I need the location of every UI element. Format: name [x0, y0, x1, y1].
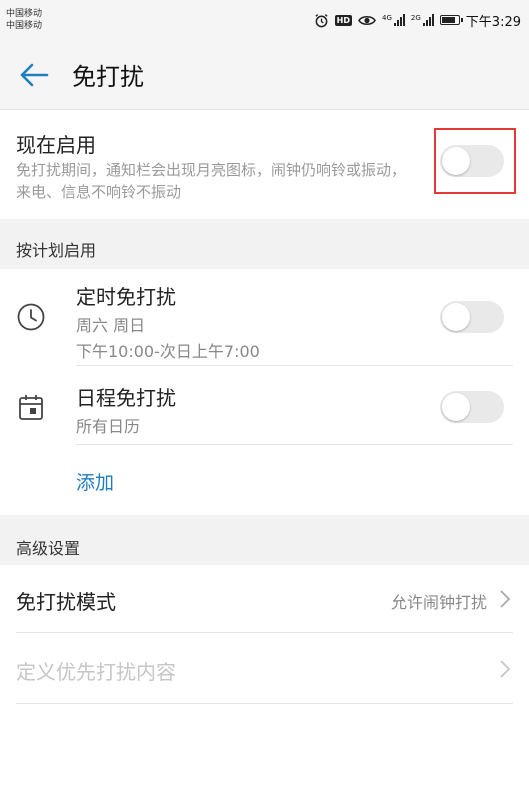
- chevron-right-icon: [500, 660, 511, 678]
- toggle-knob: [442, 303, 470, 331]
- signal-2-tag: 2G: [410, 14, 421, 22]
- carrier-1: 中国移动: [6, 9, 43, 19]
- page-title: 免打扰: [72, 63, 144, 91]
- timed-dnd-title: 定时免打扰: [76, 285, 176, 309]
- carrier-2: 中国移动: [6, 21, 43, 31]
- timed-dnd-days: 周六 周日: [76, 316, 146, 335]
- calendar-icon: [19, 395, 43, 420]
- clock-icon: [17, 303, 45, 331]
- status-time: 下午3:29: [465, 14, 521, 30]
- schedule-header: 按计划启用: [0, 219, 529, 269]
- back-button[interactable]: [4, 40, 64, 110]
- calendar-dnd-title: 日程免打扰: [76, 386, 176, 410]
- now-enable-section: 现在启用 免打扰期间，通知栏会出现月亮图标，闹钟仍响铃或振动，来电、信息不响铃不…: [0, 111, 529, 219]
- priority-content-label: 定义优先打扰内容: [16, 660, 176, 684]
- toggle-knob: [442, 147, 470, 175]
- status-icons: HD 4G 2G 下午3:29: [314, 11, 521, 30]
- timed-dnd-time: 下午10:00-次日上午7:00: [76, 342, 260, 361]
- signal-1-tag: 4G: [382, 14, 392, 22]
- add-row: 添加: [0, 445, 529, 515]
- divider: [16, 703, 513, 704]
- schedule-header-label: 按计划启用: [16, 241, 97, 260]
- dnd-mode-label: 免打扰模式: [16, 590, 116, 614]
- calendar-dnd-toggle[interactable]: [440, 391, 504, 423]
- now-enable-description: 免打扰期间，通知栏会出现月亮图标，闹钟仍响铃或振动，来电、信息不响铃不振动: [16, 161, 407, 201]
- advanced-header-label: 高级设置: [16, 539, 81, 558]
- arrow-left-icon: [20, 63, 49, 86]
- status-bar: 中国移动 中国移动 HD 4G 2G 下午3:29: [0, 0, 529, 40]
- calendar-dnd-sub: 所有日历: [76, 417, 141, 436]
- signal-2-icon: 2G: [411, 14, 434, 26]
- eye-icon: [358, 14, 376, 27]
- timed-dnd-toggle[interactable]: [440, 301, 504, 333]
- calendar-dnd-row[interactable]: 日程免打扰 所有日历: [0, 366, 529, 444]
- advanced-header: 高级设置: [0, 515, 529, 565]
- hd-icon: HD: [334, 14, 353, 26]
- dnd-mode-row[interactable]: 免打扰模式 允许闹钟打扰: [0, 565, 529, 632]
- dnd-mode-value: 允许闹钟打扰: [390, 593, 487, 612]
- battery-icon: [439, 15, 463, 25]
- alarm-icon: [314, 13, 329, 28]
- signal-1-icon: 4G: [382, 14, 405, 26]
- toggle-knob: [442, 393, 470, 421]
- now-enable-title: 现在启用: [16, 133, 96, 157]
- chevron-right-icon: [500, 590, 511, 608]
- carrier-info: 中国移动 中国移动: [6, 8, 42, 32]
- timed-dnd-row[interactable]: 定时免打扰 周六 周日 下午10:00-次日上午7:00: [0, 269, 529, 365]
- app-bar: 免打扰: [0, 40, 529, 110]
- now-enable-toggle[interactable]: [440, 145, 504, 177]
- add-schedule-link[interactable]: 添加: [76, 468, 114, 495]
- priority-content-row[interactable]: 定义优先打扰内容: [0, 633, 529, 703]
